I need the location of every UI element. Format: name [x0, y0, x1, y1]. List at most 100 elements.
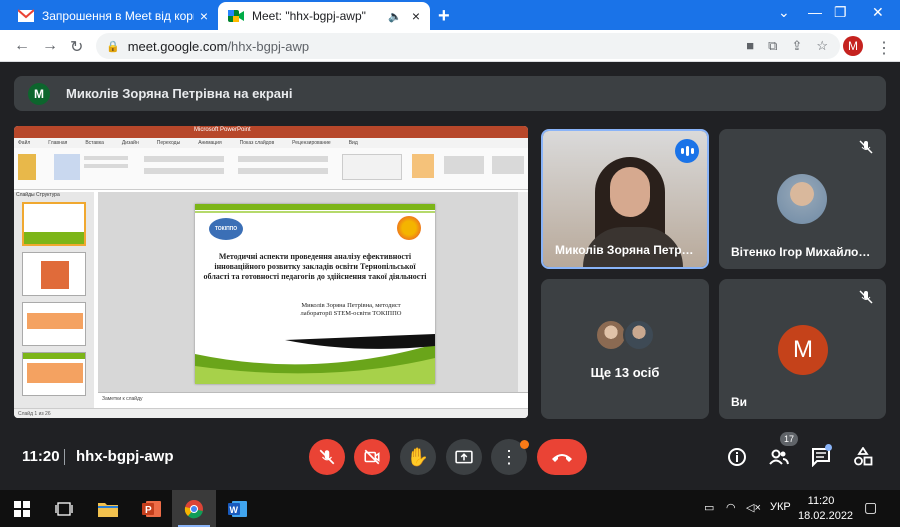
network-icon[interactable]: ◠	[726, 501, 736, 514]
raise-hand-button[interactable]: ✋	[400, 439, 436, 475]
windows-logo-icon	[14, 500, 30, 517]
close-icon[interactable]: ×	[200, 8, 208, 24]
close-icon[interactable]: ×	[412, 8, 420, 24]
system-clock[interactable]: 11:20 18.02.2022	[798, 494, 853, 524]
ribbon-tab: Файл	[18, 140, 31, 146]
avatar	[623, 319, 655, 351]
word-icon: W	[228, 500, 247, 517]
language-indicator[interactable]: УКР	[770, 501, 791, 513]
start-button[interactable]	[0, 490, 44, 527]
forward-arrow-icon[interactable]: →	[42, 37, 58, 55]
slide-canvas: ТОКІППО Методичні аспекти проведення ана…	[98, 192, 518, 392]
participant-tile-presenter[interactable]: Миколів Зоряна Петр…	[541, 129, 709, 269]
sun-logo-icon	[397, 216, 421, 240]
scrollbar[interactable]	[518, 192, 528, 392]
notifications-icon[interactable]: ▢	[864, 499, 877, 516]
tab-meet[interactable]: Meet: "hhx-bgpj-awp" 🔈 ×	[218, 2, 430, 30]
profile-avatar[interactable]: M	[843, 36, 863, 56]
tab-title: Meet: "hhx-bgpj-awp"	[252, 9, 366, 23]
ribbon	[14, 148, 528, 190]
meeting-code: hhx-bgpj-awp	[76, 448, 174, 465]
camera-icon[interactable]: ■	[746, 38, 754, 54]
svg-text:P: P	[145, 505, 152, 516]
presenter-banner: M Миколів Зоряна Петрівна на екрані	[14, 76, 886, 111]
lock-icon[interactable]: 🔒	[106, 40, 120, 53]
restore-button[interactable]: ❐	[834, 4, 847, 21]
ribbon-tab: Показ слайдов	[239, 140, 275, 146]
chevron-down-icon[interactable]: ⌄	[778, 4, 790, 21]
camera-off-icon	[364, 449, 380, 465]
divider	[64, 449, 65, 465]
share-icon[interactable]: ⇪	[791, 38, 802, 54]
svg-text:W: W	[230, 505, 239, 515]
task-view-icon	[55, 501, 73, 516]
minimize-button[interactable]: —	[808, 4, 822, 20]
new-tab-button[interactable]: +	[438, 5, 450, 28]
activities-icon[interactable]	[853, 447, 873, 467]
volume-icon[interactable]: ◁×	[746, 501, 761, 514]
ribbon-control	[238, 168, 328, 174]
ribbon-control	[84, 156, 128, 160]
present-screen-button[interactable]	[446, 439, 482, 475]
leave-call-button[interactable]	[537, 439, 587, 475]
pane-tabs: Слайды Структура	[16, 192, 60, 198]
toggle-camera-button[interactable]	[354, 439, 390, 475]
taskbar-word[interactable]: W	[216, 490, 260, 527]
battery-icon[interactable]: ▭	[704, 501, 714, 514]
reload-icon[interactable]: ↻	[70, 37, 83, 57]
tab-gmail[interactable]: Запрошення в Meet від користу ×	[8, 2, 218, 30]
participant-tile-vitenko[interactable]: Вітенко Ігор Михайло…	[719, 129, 886, 269]
toggle-mic-button[interactable]	[309, 439, 345, 475]
system-time: 11:20	[807, 495, 835, 507]
shared-screen[interactable]: Microsoft PowerPoint Файл Главная Вставк…	[14, 126, 528, 418]
info-icon[interactable]	[727, 447, 747, 467]
browser-menu-icon[interactable]: ⋮	[876, 38, 892, 58]
back-arrow-icon[interactable]: ←	[14, 37, 30, 55]
new-slide-icon	[54, 154, 80, 180]
mic-off-icon	[859, 140, 873, 154]
bookmark-star-icon[interactable]: ☆	[816, 38, 828, 54]
taskbar-chrome[interactable]	[172, 490, 216, 527]
mic-off-icon	[859, 290, 873, 304]
slide-top-bar	[195, 211, 435, 213]
gmail-icon	[18, 9, 34, 22]
avatar: M	[778, 325, 828, 375]
notification-dot	[520, 440, 529, 449]
taskbar-powerpoint[interactable]: P	[130, 490, 174, 527]
powerpoint-icon: P	[142, 500, 161, 517]
task-view-button[interactable]	[42, 490, 86, 527]
participant-tile-others[interactable]: Ще 13 осіб	[541, 279, 709, 419]
slide-notes: Заметки к слайду	[98, 392, 528, 408]
slide-thumbnail[interactable]	[22, 252, 86, 296]
present-icon	[455, 450, 473, 464]
taskbar-file-explorer[interactable]	[86, 490, 130, 527]
ribbon-control	[144, 156, 224, 162]
ribbon-tab: Анимация	[198, 140, 222, 146]
hang-up-icon	[552, 454, 572, 462]
avatar	[777, 174, 827, 224]
ribbon-tab: Рецензирование	[292, 140, 331, 146]
tab-title: Запрошення в Meet від користу	[42, 9, 194, 23]
participant-tile-self[interactable]: M Ви	[719, 279, 886, 419]
window-close-button[interactable]: ✕	[872, 4, 884, 21]
ribbon-control	[444, 156, 484, 174]
ribbon-control	[238, 156, 328, 162]
address-bar[interactable]: 🔒 meet.google.com/hhx-bgpj-awp ■ ⧉ ⇪ ☆	[96, 33, 840, 59]
chrome-icon	[184, 499, 203, 518]
slide-thumbnail[interactable]	[22, 202, 86, 246]
translate-icon[interactable]: ⧉	[768, 38, 777, 54]
shapes-gallery	[342, 154, 402, 180]
powerpoint-titlebar	[14, 126, 528, 138]
browser-toolbar: ← → ↻ 🔒 meet.google.com/hhx-bgpj-awp ■ ⧉…	[0, 30, 900, 62]
meet-icon	[228, 10, 244, 22]
ribbon-control	[492, 156, 524, 174]
hand-icon: ✋	[406, 446, 430, 467]
slide-thumbnail[interactable]	[22, 352, 86, 396]
slide-thumbnail[interactable]	[22, 302, 86, 346]
people-icon[interactable]	[769, 447, 789, 467]
ribbon-tab: Дизайн	[121, 140, 139, 146]
url-host: meet.google.com	[127, 38, 228, 54]
arrange-icon	[412, 154, 434, 178]
speaker-icon[interactable]: 🔈	[388, 10, 402, 23]
unread-dot	[825, 444, 832, 451]
